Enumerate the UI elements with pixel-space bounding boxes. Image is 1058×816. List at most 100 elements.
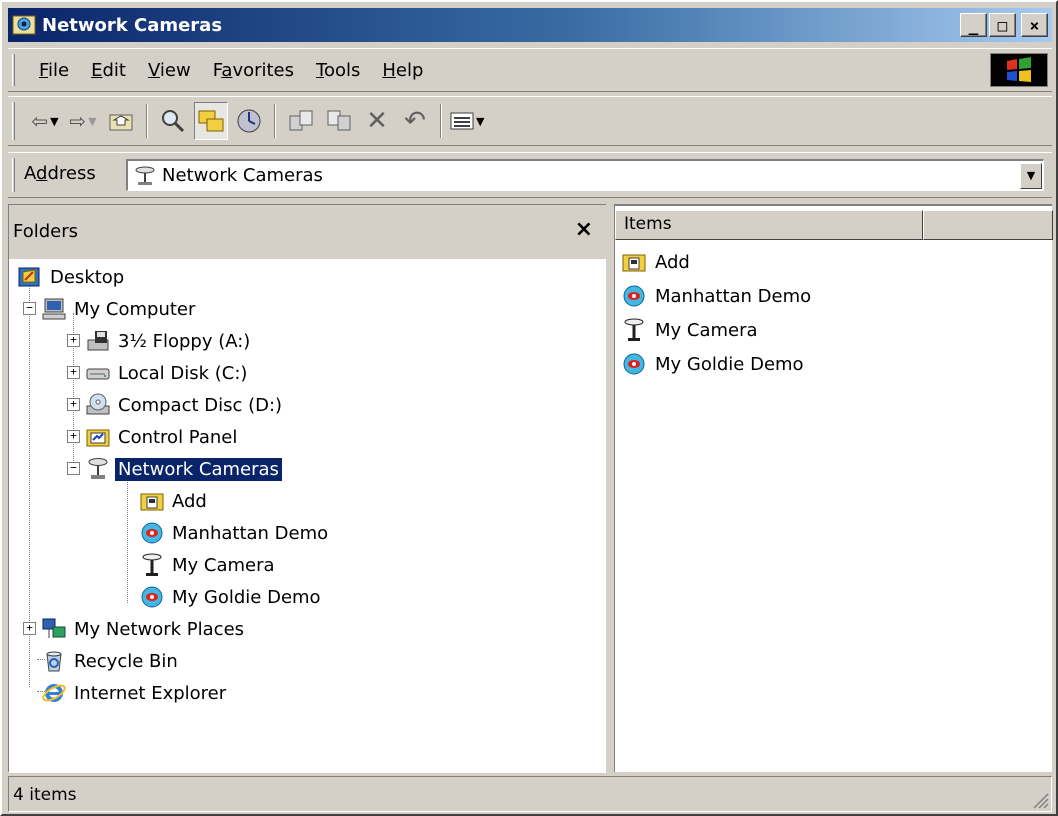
- address-dropdown-button[interactable]: ▼: [1020, 162, 1042, 189]
- recycle-bin-icon: [46, 651, 62, 672]
- menu-help[interactable]: Help: [371, 60, 434, 81]
- delete-button[interactable]: ✕: [360, 102, 394, 140]
- pane-splitter[interactable]: [606, 204, 614, 772]
- column-header-blank[interactable]: [923, 210, 1053, 240]
- list-item[interactable]: Add: [621, 246, 690, 278]
- expand-icon[interactable]: +: [67, 366, 80, 379]
- address-label: Address: [24, 163, 96, 184]
- standard-toolbar: ⇦ ▼ ⇨ ▼ ✕ ↶ ▼: [8, 96, 1052, 146]
- list-item[interactable]: Manhattan Demo: [621, 280, 811, 312]
- views-icon: [450, 112, 474, 130]
- undo-button[interactable]: ↶: [398, 102, 432, 140]
- tree-item[interactable]: Desktop: [17, 261, 127, 293]
- menu-favorites[interactable]: Favorites: [202, 60, 305, 81]
- column-header-items[interactable]: Items: [615, 210, 923, 240]
- expand-icon[interactable]: +: [67, 334, 80, 347]
- resize-grip-icon[interactable]: [1031, 791, 1049, 809]
- address-grip[interactable]: [12, 158, 15, 192]
- tree-item-label: 3½ Floppy (A:): [118, 330, 251, 352]
- folders-pane-header: Folders ×: [9, 205, 607, 259]
- views-dropdown-icon[interactable]: ▼: [476, 115, 484, 128]
- back-dropdown-icon[interactable]: ▼: [50, 115, 58, 128]
- toolbar-separator: [440, 104, 442, 138]
- menu-file[interactable]: File: [28, 60, 80, 81]
- expand-icon[interactable]: +: [23, 622, 36, 635]
- collapse-icon[interactable]: −: [67, 462, 80, 475]
- menu-tools-label: ools: [323, 59, 361, 81]
- menu-edit[interactable]: Edit: [80, 60, 137, 81]
- add-folder-icon: [622, 254, 646, 272]
- minimize-button[interactable]: _: [960, 13, 987, 37]
- toolbar-grip[interactable]: [12, 102, 15, 140]
- history-button[interactable]: [232, 102, 266, 140]
- toolbar-separator: [274, 104, 276, 138]
- back-arrow-icon: ⇦: [31, 109, 49, 133]
- list-item[interactable]: My Goldie Demo: [621, 348, 804, 380]
- copy-to-button[interactable]: [322, 102, 356, 140]
- tree-item[interactable]: Internet Explorer: [41, 677, 229, 709]
- list-item[interactable]: My Camera: [621, 314, 758, 346]
- folders-button[interactable]: [194, 102, 228, 140]
- back-button[interactable]: ⇦ ▼: [28, 102, 62, 140]
- tree-item[interactable]: 3½ Floppy (A:): [85, 325, 253, 357]
- menu-favorites-label: vorites: [232, 59, 295, 81]
- views-button[interactable]: ▼: [450, 102, 484, 140]
- folders-pane: Folders × Desktop − My Computer +3½ Floppy …: [8, 204, 607, 773]
- expand-icon[interactable]: +: [67, 430, 80, 443]
- forward-button[interactable]: ⇨ ▼: [66, 102, 100, 140]
- close-icon: ×: [1029, 15, 1040, 35]
- menu-view-label: iew: [159, 59, 191, 81]
- items-pane[interactable]: Items Add Manhattan Demo My Camera My Goldi…: [614, 204, 1053, 772]
- menu-file-label: ile: [48, 59, 70, 81]
- collapse-icon[interactable]: −: [23, 302, 36, 315]
- folder-tree[interactable]: Desktop − My Computer +3½ Floppy (A:) + Local…: [9, 259, 607, 773]
- tree-item-label: Control Panel: [118, 426, 238, 448]
- search-button[interactable]: [156, 102, 190, 140]
- address-label-accel: d: [36, 163, 48, 184]
- delete-icon: ✕: [366, 106, 388, 136]
- tree-item-label: Manhattan Demo: [172, 522, 329, 544]
- list-item-label: Add: [655, 251, 690, 273]
- tree-item[interactable]: My Camera: [139, 549, 278, 581]
- folders-close-icon[interactable]: ×: [575, 217, 593, 242]
- address-field[interactable]: Network Cameras ▼: [126, 159, 1044, 191]
- camera-antenna-icon: [142, 553, 162, 576]
- menu-view-accel: V: [147, 59, 160, 81]
- menu-edit-accel: E: [91, 59, 103, 81]
- forward-dropdown-icon[interactable]: ▼: [88, 115, 96, 128]
- tree-item[interactable]: Compact Disc (D:): [85, 389, 285, 421]
- address-label-pre: A: [24, 163, 36, 184]
- menu-tools[interactable]: Tools: [305, 60, 371, 81]
- menu-view[interactable]: View: [137, 60, 202, 81]
- tree-item-label: Compact Disc (D:): [118, 394, 283, 416]
- move-to-button[interactable]: [284, 102, 318, 140]
- local-disk-icon: [86, 368, 110, 380]
- close-button[interactable]: ×: [1021, 13, 1048, 37]
- expand-icon[interactable]: +: [67, 398, 80, 411]
- tree-item[interactable]: My Computer: [41, 293, 198, 325]
- tree-item[interactable]: My Goldie Demo: [139, 581, 324, 613]
- tree-item[interactable]: Network Cameras: [85, 453, 282, 485]
- menu-grip[interactable]: [12, 54, 15, 86]
- tree-item[interactable]: Recycle Bin: [41, 645, 181, 677]
- explorer-window: Network Cameras _ □ × File Edit View Fav…: [0, 0, 1058, 816]
- desktop-icon: [18, 267, 40, 287]
- address-label-rest: dress: [47, 163, 96, 184]
- network-camera-icon: [88, 458, 108, 479]
- tree-item[interactable]: My Network Places: [41, 613, 247, 645]
- add-folder-icon: [140, 493, 164, 511]
- title-bar[interactable]: Network Cameras _ □ ×: [8, 8, 1052, 42]
- tree-item[interactable]: Local Disk (C:): [85, 357, 250, 389]
- tree-guide-line: [127, 475, 128, 603]
- maximize-button[interactable]: □: [989, 13, 1016, 37]
- tree-item[interactable]: Add: [139, 485, 210, 517]
- toolbar-separator: [146, 104, 148, 138]
- tree-item[interactable]: Manhattan Demo: [139, 517, 331, 549]
- goldie-camera-icon: [623, 353, 645, 375]
- chevron-down-icon: ▼: [1026, 169, 1036, 182]
- tree-item-label: My Goldie Demo: [172, 586, 321, 608]
- tree-item[interactable]: Control Panel: [85, 421, 240, 453]
- undo-icon: ↶: [404, 106, 426, 136]
- up-button[interactable]: [104, 102, 138, 140]
- forward-arrow-icon: ⇨: [69, 109, 87, 133]
